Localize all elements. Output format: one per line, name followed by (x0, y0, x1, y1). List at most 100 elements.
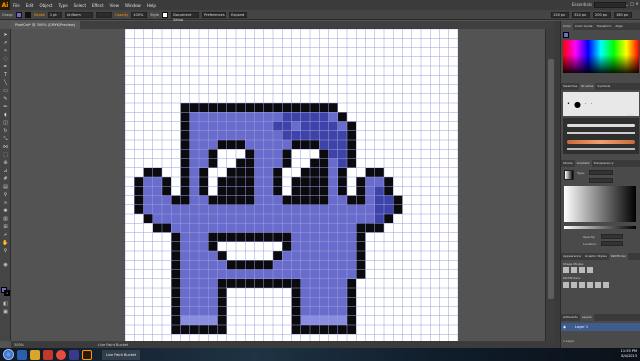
blend-tool-icon[interactable]: ∞ (2, 200, 9, 206)
pixel-cell[interactable] (143, 214, 153, 224)
pixel-cell[interactable] (291, 241, 301, 251)
pixel-cell[interactable] (356, 251, 366, 261)
pixel-cell[interactable] (217, 195, 227, 205)
pixel-cell[interactable] (226, 195, 236, 205)
pixel-cell[interactable] (217, 288, 227, 298)
pixel-cell[interactable] (328, 251, 338, 261)
pixel-cell[interactable] (291, 186, 301, 196)
pixel-cell[interactable] (282, 260, 292, 270)
pixel-cell[interactable] (217, 315, 227, 325)
width-field[interactable]: 200 px (593, 11, 611, 18)
pixel-cell[interactable] (263, 167, 273, 177)
pixel-cell[interactable] (291, 177, 301, 187)
live-paint-bucket-icon[interactable]: ◉ (2, 262, 9, 268)
pixel-cell[interactable] (356, 195, 366, 205)
pixel-cell[interactable] (180, 149, 190, 159)
gradient-type-select[interactable] (589, 170, 613, 175)
pixel-cell[interactable] (319, 306, 329, 316)
pixel-cell[interactable] (134, 204, 144, 214)
tab-symbols[interactable]: Symbols (595, 83, 612, 90)
pixel-cell[interactable] (217, 214, 227, 224)
pixel-cell[interactable] (180, 177, 190, 187)
pixel-cell[interactable] (282, 278, 292, 288)
pixel-cell[interactable] (310, 297, 320, 307)
pixel-cell[interactable] (226, 130, 236, 140)
pixel-cell[interactable] (245, 195, 255, 205)
minimize-button[interactable]: _ (625, 1, 629, 7)
free-transform-icon[interactable]: ⬚ (2, 152, 9, 158)
pixel-cell[interactable] (273, 130, 283, 140)
pixel-cell[interactable] (199, 167, 209, 177)
pixel-cell[interactable] (273, 269, 283, 279)
pixel-cell[interactable] (328, 325, 338, 335)
pixel-cell[interactable] (310, 315, 320, 325)
pixel-cell[interactable] (310, 251, 320, 261)
pixel-cell[interactable] (226, 251, 236, 261)
pixel-cell[interactable] (300, 260, 310, 270)
pixel-cell[interactable] (282, 167, 292, 177)
pixel-cell[interactable] (143, 195, 153, 205)
pixel-cell[interactable] (180, 186, 190, 196)
pixel-cell[interactable] (236, 112, 246, 122)
paintbrush-icon[interactable]: ✎ (2, 96, 9, 102)
pixel-cell[interactable] (263, 130, 273, 140)
pixel-cell[interactable] (189, 186, 199, 196)
pixel-cell[interactable] (328, 223, 338, 233)
pixel-cell[interactable] (282, 204, 292, 214)
pixel-cell[interactable] (189, 306, 199, 316)
menu-view[interactable]: View (107, 3, 123, 8)
pixel-cell[interactable] (347, 269, 357, 279)
selection-tool-icon[interactable]: ➤ (2, 32, 9, 38)
pixel-cell[interactable] (199, 112, 209, 122)
pixel-cell[interactable] (217, 112, 227, 122)
pixel-cell[interactable] (189, 297, 199, 307)
pixel-cell[interactable] (384, 204, 394, 214)
pixel-cell[interactable] (328, 140, 338, 150)
pixel-cell[interactable] (310, 130, 320, 140)
pixel-cell[interactable] (328, 214, 338, 224)
menu-select[interactable]: Select (71, 3, 89, 8)
pixel-cell[interactable] (310, 140, 320, 150)
pixel-cell[interactable] (374, 223, 384, 233)
pixel-cell[interactable] (356, 186, 366, 196)
pixel-cell[interactable] (180, 223, 190, 233)
pixel-cell[interactable] (217, 325, 227, 335)
pixel-cell[interactable] (337, 288, 347, 298)
pixel-cell[interactable] (245, 149, 255, 159)
pixel-cell[interactable] (300, 269, 310, 279)
pixel-cell[interactable] (328, 315, 338, 325)
pixel-cell[interactable] (217, 269, 227, 279)
illustrator-taskbar-icon[interactable] (82, 349, 92, 360)
pixel-cell[interactable] (319, 186, 329, 196)
pixel-cell[interactable] (319, 269, 329, 279)
pixel-cell[interactable] (263, 232, 273, 242)
pixel-cell[interactable] (356, 232, 366, 242)
pixel-cell[interactable] (291, 149, 301, 159)
pixel-cell[interactable] (263, 103, 273, 113)
pixel-cell[interactable] (337, 251, 347, 261)
pixel-cell[interactable] (337, 195, 347, 205)
pixel-cell[interactable] (328, 260, 338, 270)
pixel-cell[interactable] (208, 260, 218, 270)
pixel-cell[interactable] (171, 232, 181, 242)
draw-mode-icon[interactable]: ◧ (2, 301, 9, 307)
pixel-cell[interactable] (226, 186, 236, 196)
menu-edit[interactable]: Edit (23, 3, 37, 8)
pixel-cell[interactable] (199, 260, 209, 270)
pixel-cell[interactable] (189, 223, 199, 233)
zoom-tool-icon[interactable]: ⚲ (2, 248, 9, 254)
pixel-cell[interactable] (291, 251, 301, 261)
graph-tool-icon[interactable]: ▥ (2, 216, 9, 222)
pixel-cell[interactable] (310, 149, 320, 159)
pixel-cell[interactable] (208, 214, 218, 224)
pixel-cell[interactable] (143, 186, 153, 196)
pixel-cell[interactable] (245, 121, 255, 131)
symbol-sprayer-icon[interactable]: ✺ (2, 208, 9, 214)
pixel-cell[interactable] (254, 214, 264, 224)
gradient-angle-field[interactable] (589, 178, 613, 183)
pixel-cell[interactable] (189, 158, 199, 168)
pixel-cell[interactable] (236, 158, 246, 168)
pixel-cell[interactable] (300, 158, 310, 168)
pixel-cell[interactable] (310, 177, 320, 187)
pixel-cell[interactable] (273, 103, 283, 113)
